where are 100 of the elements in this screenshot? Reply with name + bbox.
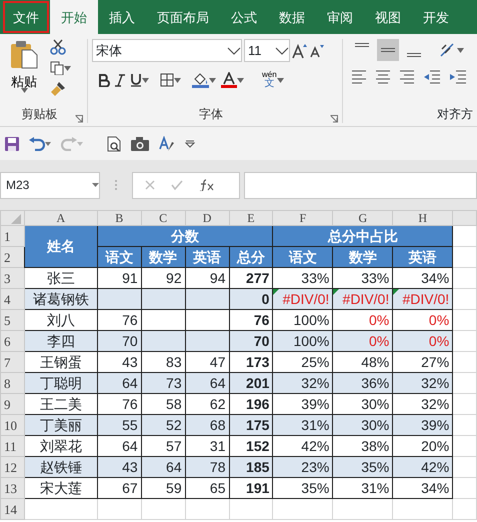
table-cell: 185 — [229, 456, 273, 478]
caret-icon — [64, 66, 71, 70]
customize-icon[interactable] — [185, 140, 195, 148]
print-preview-icon[interactable] — [107, 136, 121, 152]
table-cell: 43 — [97, 456, 142, 478]
bold-icon[interactable] — [98, 74, 110, 86]
ribbon-tab[interactable]: 数据 — [268, 0, 316, 34]
table-cell: 67 — [97, 478, 142, 498]
table-cell: 52 — [141, 414, 186, 436]
column-header[interactable]: D — [185, 210, 229, 226]
scissors-icon[interactable] — [50, 39, 66, 55]
row-header[interactable]: 1 — [0, 226, 24, 246]
table-cell: 36% — [332, 372, 393, 394]
undo-icon[interactable] — [29, 136, 45, 150]
ribbon-tab[interactable]: 插入 — [98, 0, 146, 34]
caret-icon — [457, 48, 464, 52]
insert-function-icon[interactable] — [199, 179, 215, 191]
font-size-field[interactable]: 11 — [244, 39, 290, 62]
caret-icon — [20, 88, 28, 93]
row-header[interactable]: 7 — [0, 352, 24, 372]
column-heading: 语文 — [272, 246, 333, 268]
align-left-icon[interactable] — [351, 69, 367, 85]
caret-icon — [77, 142, 83, 146]
row-header[interactable]: 12 — [0, 456, 24, 478]
row-header[interactable]: 2 — [0, 246, 24, 268]
italic-icon[interactable] — [115, 74, 125, 86]
table-cell: 59 — [141, 478, 186, 498]
column-header[interactable]: E — [229, 210, 273, 226]
row-header[interactable]: 5 — [0, 310, 24, 330]
middle-align-icon — [381, 48, 395, 52]
table-cell: 34% — [392, 478, 453, 498]
column-header[interactable]: H — [392, 210, 453, 226]
ribbon-tab[interactable]: 页面布局 — [146, 0, 220, 34]
increase-indent-icon[interactable] — [449, 69, 467, 85]
row-header[interactable]: 10 — [0, 414, 24, 436]
row-header[interactable]: 6 — [0, 330, 24, 352]
dialog-launcher-icon[interactable] — [75, 115, 83, 123]
caret-icon — [174, 78, 181, 82]
caret-icon — [276, 78, 284, 82]
error-indicator-icon[interactable] — [394, 290, 400, 295]
row-header[interactable]: 11 — [0, 436, 24, 456]
table-cell: 175 — [229, 414, 273, 436]
caret-icon — [45, 142, 51, 146]
column-header[interactable]: A — [24, 210, 98, 226]
table-cell: 宋大莲 — [24, 478, 98, 498]
dialog-launcher-icon[interactable] — [330, 115, 338, 123]
column-header[interactable]: B — [97, 210, 142, 226]
table-cell: 100% — [272, 330, 333, 352]
table-cell: 0% — [392, 330, 453, 352]
format-painter-icon[interactable] — [50, 81, 66, 97]
ribbon-tab[interactable]: 公式 — [220, 0, 268, 34]
ribbon-tab[interactable]: 开发 — [412, 0, 460, 34]
table-cell: 55 — [97, 414, 142, 436]
align-right-icon[interactable] — [399, 69, 415, 85]
paste-button[interactable]: 粘贴 — [4, 39, 44, 104]
name-box[interactable]: M23 — [0, 172, 100, 198]
row-header[interactable]: 8 — [0, 372, 24, 394]
caret-icon — [92, 183, 99, 187]
bottom-align-icon — [407, 53, 421, 57]
table-cell: 64 — [185, 372, 229, 394]
decrease-indent-icon[interactable] — [423, 69, 441, 85]
ribbon-tab[interactable]: 审阅 — [316, 0, 364, 34]
save-icon[interactable] — [5, 136, 19, 150]
table-cell: #DIV/0! — [332, 288, 393, 310]
chevron-icon — [275, 46, 289, 54]
file-tab[interactable]: 文件 — [2, 0, 50, 34]
column-header[interactable]: C — [141, 210, 186, 226]
error-indicator-icon[interactable] — [334, 290, 340, 295]
table-cell: 李四 — [24, 330, 98, 352]
table-cell: 35% — [272, 478, 333, 498]
font-name-field[interactable]: 宋体 — [92, 39, 242, 62]
row-header[interactable]: 3 — [0, 268, 24, 288]
phonetic-button[interactable]: wén 文 — [261, 71, 285, 89]
font-color-icon[interactable] — [221, 72, 237, 88]
formula-input[interactable] — [244, 172, 477, 198]
spelling-icon[interactable] — [159, 136, 175, 152]
table-cell: 35% — [332, 456, 393, 478]
table-cell: 68 — [185, 414, 229, 436]
row-header[interactable]: 14 — [0, 498, 24, 520]
row-header[interactable]: 4 — [0, 288, 24, 310]
column-header[interactable]: F — [272, 210, 333, 226]
camera-icon[interactable] — [131, 136, 149, 150]
table-cell: 73 — [141, 372, 186, 394]
underline-icon[interactable] — [130, 73, 142, 87]
row-header[interactable]: 9 — [0, 394, 24, 414]
align-button[interactable] — [377, 39, 399, 61]
borders-icon[interactable] — [160, 73, 174, 87]
table-cell: 42% — [392, 456, 453, 478]
error-indicator-icon[interactable] — [274, 290, 280, 295]
table-cell: 64 — [97, 372, 142, 394]
align-center-icon[interactable] — [375, 69, 391, 85]
ribbon-tab[interactable]: 开始 — [50, 0, 98, 34]
decrease-font-icon[interactable] — [310, 44, 324, 58]
table-cell: 0% — [332, 330, 393, 352]
row-header[interactable]: 13 — [0, 478, 24, 498]
copy-icon[interactable] — [50, 61, 64, 75]
fill-color-icon[interactable] — [192, 72, 209, 88]
increase-font-icon[interactable] — [292, 42, 308, 58]
column-header[interactable]: G — [332, 210, 393, 226]
ribbon-tab[interactable]: 视图 — [364, 0, 412, 34]
